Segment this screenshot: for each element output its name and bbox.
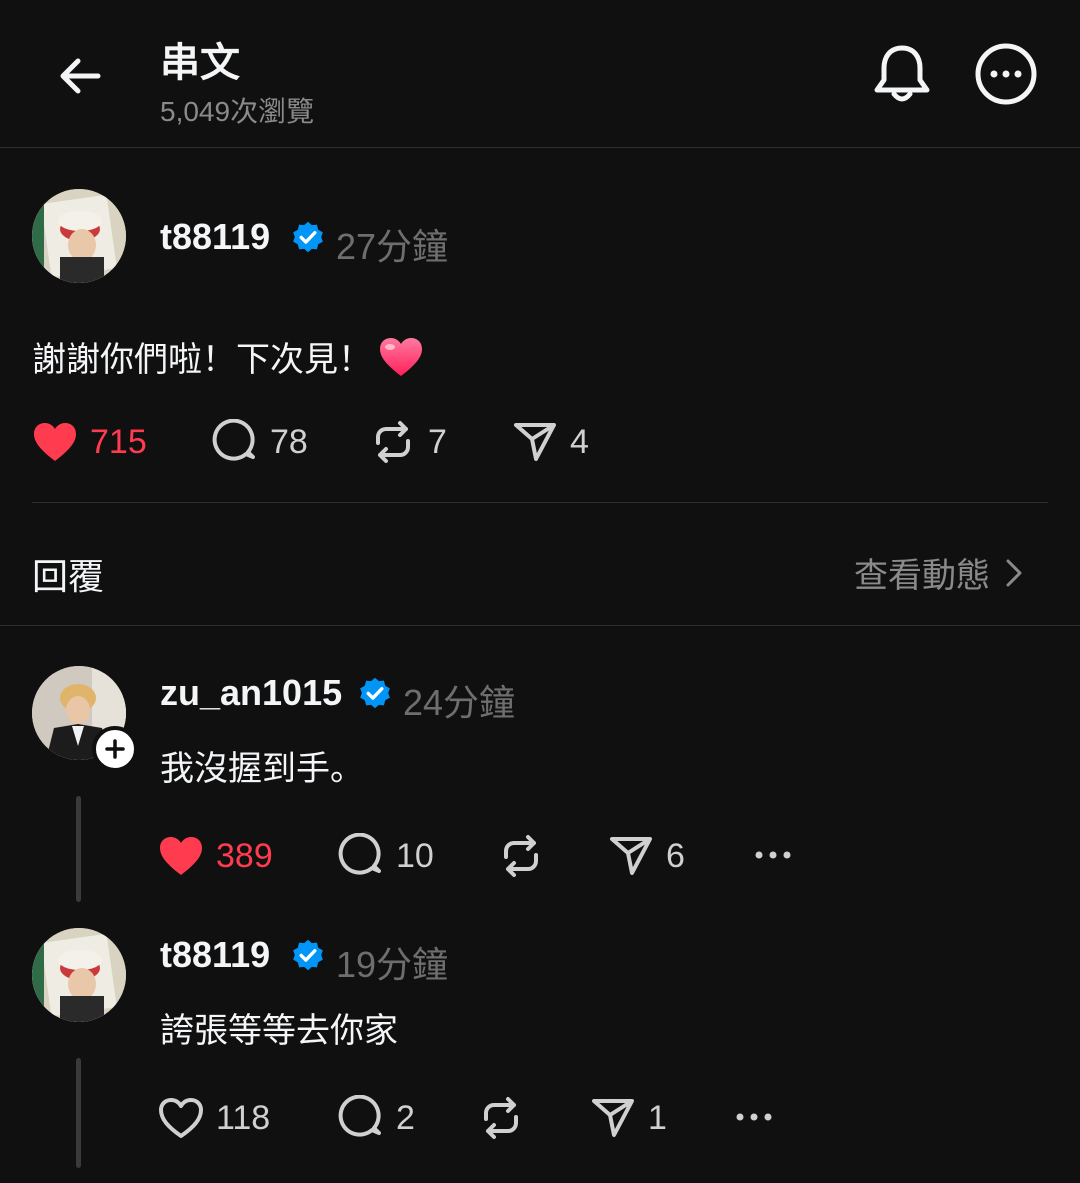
repost-button[interactable] bbox=[478, 1088, 536, 1148]
share-icon bbox=[592, 1099, 634, 1137]
like-button[interactable]: 389 bbox=[158, 826, 273, 886]
comment-button[interactable]: 78 bbox=[212, 412, 308, 472]
verified-icon bbox=[293, 221, 323, 253]
share-button[interactable]: 4 bbox=[512, 412, 589, 472]
like-count: 118 bbox=[216, 1098, 271, 1137]
repost-icon bbox=[376, 421, 410, 463]
reply-time: 24分鐘 bbox=[403, 682, 516, 723]
like-button[interactable]: 715 bbox=[32, 412, 147, 472]
comment-button[interactable]: 10 bbox=[338, 826, 434, 886]
repost-icon bbox=[484, 1097, 518, 1139]
repost-button[interactable]: 7 bbox=[370, 412, 447, 472]
reply-more-button[interactable] bbox=[733, 1102, 775, 1137]
view-count: 5,049次瀏覽 bbox=[160, 96, 315, 127]
bell-icon bbox=[874, 45, 930, 102]
repost-button[interactable] bbox=[498, 826, 556, 886]
comment-count: 78 bbox=[270, 422, 308, 461]
reply-avatar[interactable] bbox=[32, 928, 126, 1022]
reply-text: 誇張等等去你家 bbox=[160, 1012, 398, 1050]
post-text-row: 謝謝你們啦！下次見！ bbox=[32, 332, 424, 381]
heart-emoji-icon bbox=[380, 337, 422, 376]
repost-count: 7 bbox=[428, 422, 447, 461]
heart-icon bbox=[160, 837, 202, 875]
comment-count: 10 bbox=[396, 836, 434, 875]
divider bbox=[32, 502, 1048, 503]
comment-icon bbox=[212, 419, 255, 461]
view-activity-link[interactable]: 查看動態 bbox=[854, 548, 1026, 597]
thread-line bbox=[76, 796, 81, 902]
share-icon bbox=[610, 837, 652, 875]
verified-icon bbox=[360, 677, 390, 709]
verified-icon bbox=[293, 939, 323, 971]
heart-icon bbox=[159, 1098, 203, 1138]
avatar[interactable] bbox=[32, 189, 126, 283]
reply-username[interactable]: t88119 bbox=[160, 934, 270, 976]
page-title: 串文 bbox=[160, 41, 240, 85]
replies-label: 回覆 bbox=[32, 556, 105, 597]
share-button[interactable]: 1 bbox=[590, 1088, 667, 1148]
comment-count: 2 bbox=[396, 1098, 415, 1137]
more-icon bbox=[736, 1113, 772, 1121]
comment-icon bbox=[338, 1095, 381, 1137]
back-button[interactable] bbox=[52, 48, 108, 104]
comment-icon bbox=[338, 833, 381, 875]
chevron-right-icon bbox=[1006, 559, 1022, 586]
thread-line bbox=[76, 1058, 81, 1168]
comment-button[interactable]: 2 bbox=[338, 1088, 415, 1148]
more-icon bbox=[975, 43, 1037, 105]
reply-username[interactable]: zu_an1015 bbox=[160, 672, 342, 714]
notification-button[interactable] bbox=[872, 42, 932, 104]
back-arrow-icon bbox=[60, 58, 101, 94]
like-count: 389 bbox=[216, 836, 273, 875]
share-icon bbox=[514, 423, 556, 461]
post-time: 27分鐘 bbox=[336, 226, 449, 267]
share-button[interactable]: 6 bbox=[608, 826, 685, 886]
reply-more-button[interactable] bbox=[752, 840, 794, 875]
heart-icon bbox=[34, 423, 76, 461]
more-icon bbox=[755, 851, 791, 859]
post-text: 謝謝你們啦！下次見！ bbox=[32, 341, 372, 379]
more-options-button[interactable] bbox=[974, 42, 1038, 106]
reply-time: 19分鐘 bbox=[336, 944, 449, 985]
share-count: 1 bbox=[648, 1098, 667, 1137]
share-count: 6 bbox=[666, 836, 685, 875]
reply-text: 我沒握到手。 bbox=[160, 750, 364, 788]
like-button[interactable]: 118 bbox=[158, 1088, 270, 1148]
repost-icon bbox=[504, 835, 538, 877]
post-username[interactable]: t88119 bbox=[160, 216, 270, 258]
share-count: 4 bbox=[570, 422, 589, 461]
view-activity-label: 查看動態 bbox=[854, 557, 990, 595]
like-count: 715 bbox=[90, 422, 147, 461]
plus-icon bbox=[105, 739, 125, 759]
follow-button[interactable] bbox=[92, 726, 138, 772]
